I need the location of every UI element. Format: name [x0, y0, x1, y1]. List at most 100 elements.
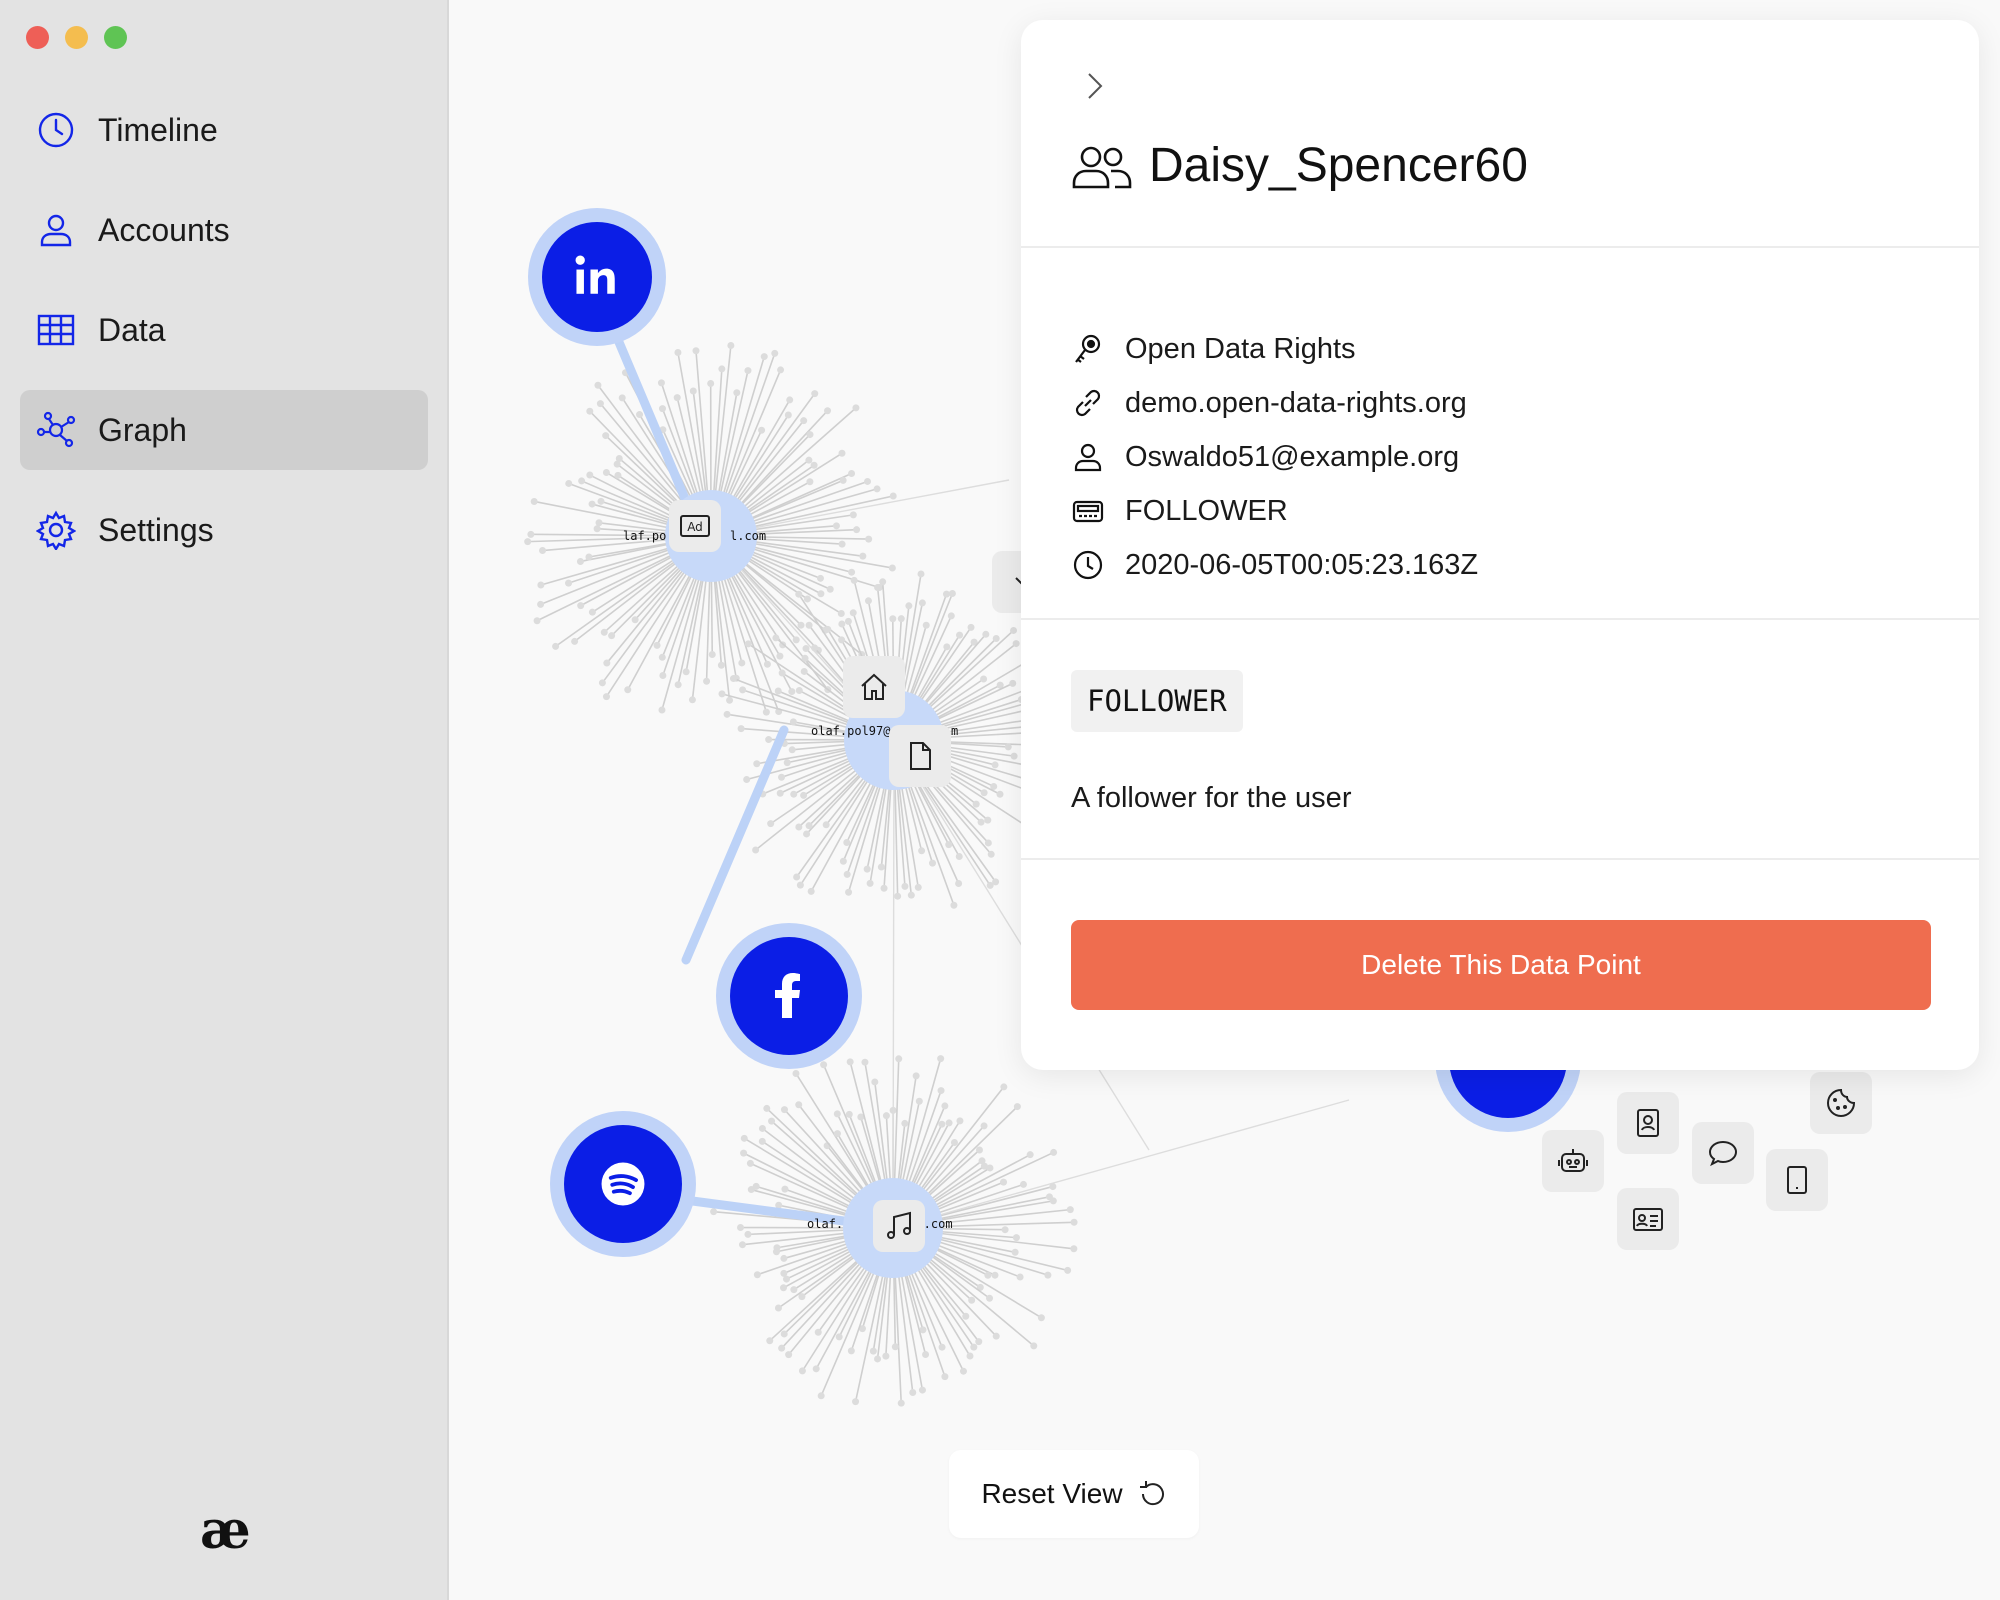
graph-leaf-node [673, 394, 681, 402]
graph-leaf-node [806, 431, 814, 439]
graph-leaf-node [941, 1373, 949, 1381]
sidebar-item-data[interactable]: Data [20, 290, 428, 370]
delete-data-point-button[interactable]: Delete This Data Point [1071, 920, 1931, 1010]
close-window-button[interactable] [26, 26, 49, 49]
meta-type: FOLLOWER [1071, 484, 1478, 538]
graph-leaf-node [785, 1351, 793, 1359]
graph-leaf-node [864, 597, 872, 605]
minimize-window-button[interactable] [65, 26, 88, 49]
cookie-icon [1827, 1088, 1856, 1117]
meta-account-text: Oswaldo51@example.org [1125, 440, 1460, 473]
graph-leaf-node [822, 821, 830, 829]
graph-leaf-node [776, 652, 784, 660]
graph-leaf-node [845, 888, 853, 896]
sidebar-item-graph[interactable]: Graph [20, 390, 428, 470]
tablet-icon [1787, 1166, 1807, 1194]
meta-timestamp-text: 2020-06-05T00:05:23.163Z [1125, 548, 1479, 581]
contact-node[interactable] [1617, 1092, 1679, 1154]
graph-leaf-node [871, 1078, 879, 1086]
graph-leaf-node [658, 653, 666, 661]
graph-leaf-node [912, 1072, 920, 1080]
maximize-window-button[interactable] [104, 26, 127, 49]
cookie-node[interactable] [1810, 1072, 1872, 1134]
sidebar-item-settings[interactable]: Settings [20, 490, 428, 570]
robot-node[interactable] [1542, 1130, 1604, 1192]
graph-leaf-node [1012, 640, 1020, 648]
home-icon [861, 673, 887, 700]
graph-leaf-node [778, 1344, 786, 1352]
gear-icon [34, 508, 78, 552]
graph-leaf-node [986, 1294, 994, 1302]
graph-leaf-node [1064, 1266, 1072, 1274]
graph-leaf-node [603, 659, 611, 667]
graph-leaf-node [806, 478, 814, 486]
graph-leaf-node [746, 1159, 754, 1167]
id-card-node[interactable] [1617, 1188, 1679, 1250]
graph-leaf-node [594, 381, 602, 389]
graph-leaf-node [853, 526, 861, 534]
music-node[interactable] [873, 1200, 925, 1252]
meta-url-text[interactable]: demo.open-data-rights.org [1125, 387, 1467, 420]
graph-leaf-node [658, 706, 666, 714]
graph-leaf-node [950, 901, 958, 909]
graph-leaf-node [744, 640, 752, 648]
graph-leaf-node [674, 681, 682, 689]
graph-leaf-node [996, 790, 1004, 798]
graph-leaf-node [850, 576, 858, 584]
graph-leaf-node [780, 1269, 788, 1277]
graph-leaf-node [948, 590, 956, 598]
reset-view-label: Reset View [981, 1478, 1123, 1509]
hub-label: olaf. [807, 1217, 844, 1231]
home-node[interactable] [843, 656, 905, 718]
graph-leaf-node [763, 1104, 771, 1112]
graph-leaf-node [752, 1182, 760, 1190]
graph-leaf-node [788, 746, 796, 754]
graph-leaf-node [877, 863, 885, 871]
graph-leaf-node [586, 407, 594, 415]
chat-node[interactable] [1692, 1122, 1754, 1184]
graph-leaf-node [852, 1398, 860, 1406]
linkedin-node[interactable] [542, 222, 652, 332]
graph-leaf-node [792, 636, 800, 644]
graph-leaf-node [970, 1343, 978, 1351]
graph-leaf-node [846, 1058, 854, 1066]
graph-leaf-node [727, 342, 735, 350]
document-node[interactable] [889, 725, 951, 787]
graph-leaf-node [657, 379, 665, 387]
graph-leaf-node [861, 1058, 869, 1066]
graph-leaf-node [530, 497, 538, 505]
graph-leaf-node [737, 1224, 745, 1232]
graph-leaf-node [805, 621, 813, 629]
graph-leaf-node [771, 349, 779, 357]
graph-leaf-node [888, 564, 896, 572]
graph-leaf-node [798, 1367, 806, 1375]
graph-leaf-node [889, 492, 897, 500]
graph-leaf-node [1000, 1178, 1008, 1186]
graph-leaf-node [533, 617, 541, 625]
graph-leaf-node [955, 880, 963, 888]
graph-leaf-node [852, 404, 860, 412]
graph-leaf-node [1011, 1248, 1019, 1256]
clock-icon [34, 108, 78, 152]
graph-leaf-node [774, 687, 782, 695]
sidebar-item-timeline[interactable]: Timeline [20, 90, 428, 170]
meta-source: Open Data Rights [1071, 322, 1478, 376]
graph-leaf-node [1009, 679, 1017, 687]
sidebar-item-accounts[interactable]: Accounts [20, 190, 428, 270]
chevron-right-icon[interactable] [1081, 68, 1109, 104]
graph-leaf-node [708, 651, 716, 659]
spotify-node[interactable] [564, 1125, 682, 1243]
graph-leaf-node [874, 583, 882, 591]
link-icon [1075, 389, 1101, 417]
graph-leaf-node [928, 859, 936, 867]
graph-leaf-node [907, 891, 915, 899]
reset-view-button[interactable]: Reset View [949, 1450, 1199, 1538]
graph-leaf-node [773, 1244, 781, 1252]
tablet-node[interactable] [1766, 1149, 1828, 1211]
ad-node[interactable]: Ad [669, 500, 721, 552]
facebook-node[interactable] [730, 937, 848, 1055]
graph-leaf-node [740, 1149, 748, 1157]
graph-leaf-node [967, 623, 975, 631]
graph-leaf-node [766, 1337, 774, 1345]
graph-leaf-node [795, 1101, 803, 1109]
